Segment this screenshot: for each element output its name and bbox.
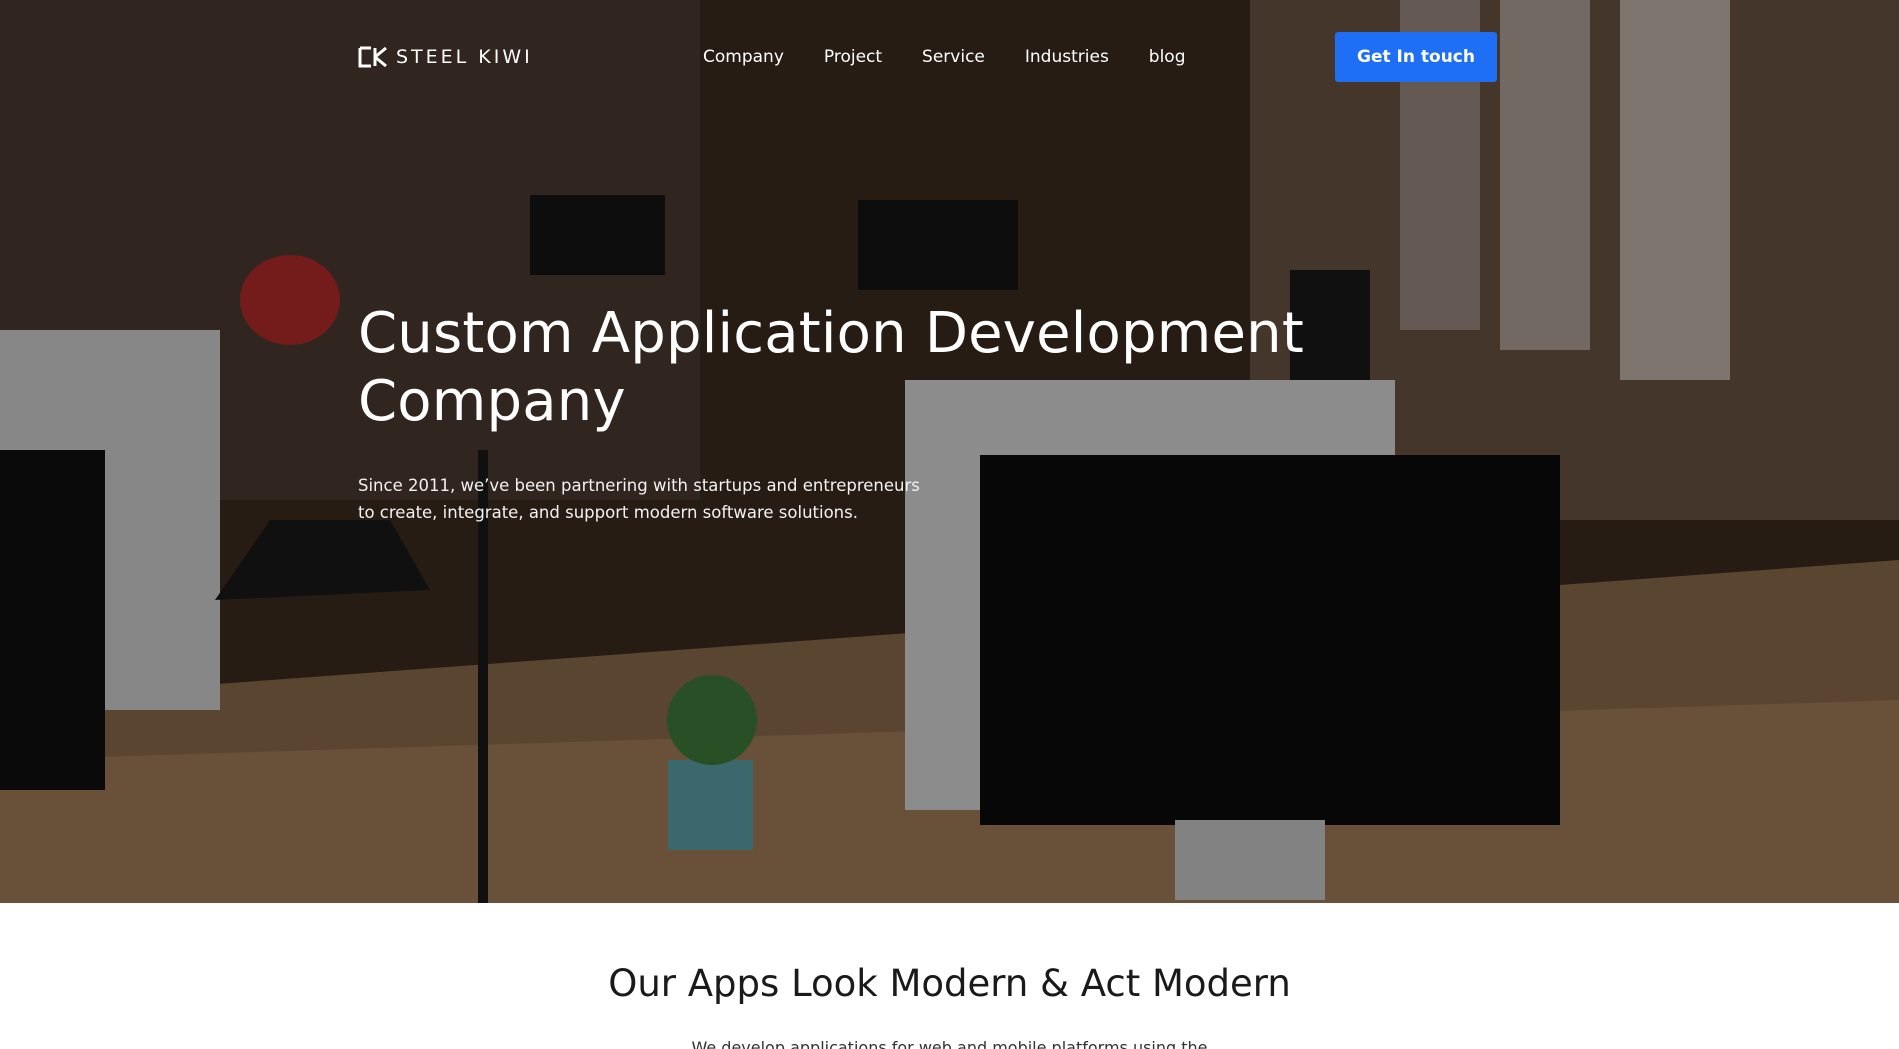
main-menu: Company Project Service Industries blog: [703, 44, 1226, 70]
nav-industries[interactable]: Industries: [1025, 44, 1109, 70]
section-title: Our Apps Look Modern & Act Modern: [608, 962, 1291, 1005]
top-navigation: STEEL KIWI Company Project Service Indus…: [0, 0, 1899, 114]
nav-company[interactable]: Company: [703, 44, 784, 70]
hero-headline: Custom Application Development Company: [358, 301, 1305, 434]
sk-monogram-icon: [358, 46, 387, 68]
section-subtitle: We develop applications for web and mobi…: [691, 1038, 1208, 1049]
nav-project[interactable]: Project: [824, 44, 882, 70]
hero-section: [0, 0, 1899, 903]
brand-logo[interactable]: STEEL KIWI: [358, 44, 533, 70]
hero-overlay: [0, 0, 1899, 903]
get-in-touch-button[interactable]: Get In touch: [1335, 32, 1497, 82]
nav-blog[interactable]: blog: [1149, 44, 1186, 70]
hero-subtitle: Since 2011, we’ve been partnering with s…: [358, 476, 920, 522]
brand-name: STEEL KIWI: [396, 46, 533, 68]
nav-service[interactable]: Service: [922, 44, 985, 70]
